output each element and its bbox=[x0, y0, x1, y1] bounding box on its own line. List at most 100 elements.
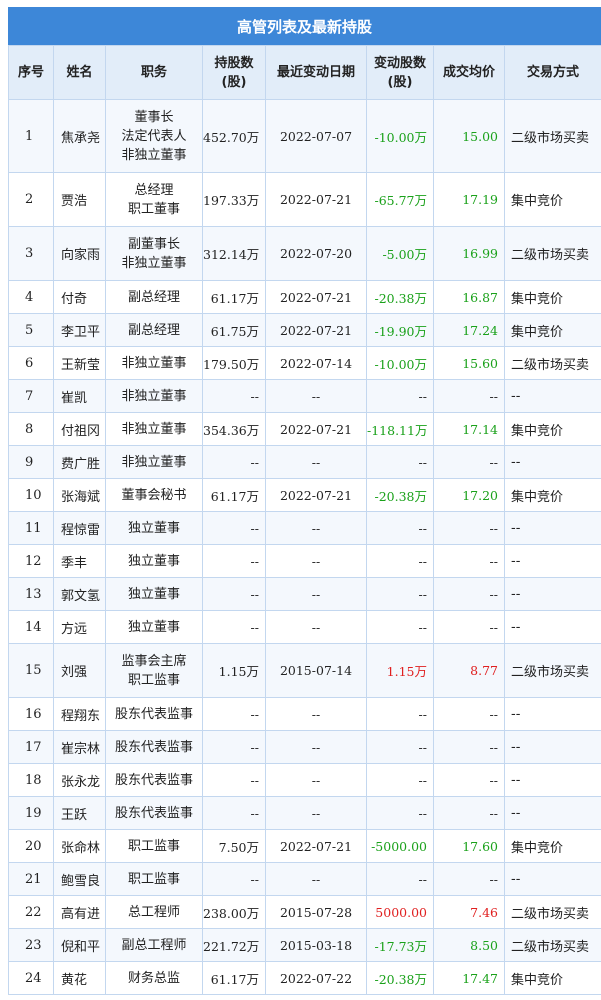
table-row: 16 程翔东 股东代表监事 -- -- -- -- -- bbox=[8, 697, 601, 731]
cell-avg-price: -- bbox=[433, 730, 505, 764]
cell-method: -- bbox=[504, 544, 601, 578]
cell-name: 张海斌 bbox=[53, 478, 106, 512]
position-line: 副总工程师 bbox=[121, 937, 187, 953]
table-row: 20 张命林 职工监事 7.50万 2022-07-21 -5000.00 17.60 集中竞… bbox=[8, 829, 601, 863]
cell-position: 副董事长 非独立董事 bbox=[105, 226, 203, 281]
table-row: 21 鲍雪良 职工监事 -- -- -- -- -- bbox=[8, 862, 601, 896]
cell-position: 副总经理 bbox=[105, 280, 203, 314]
position-line: 非独立董事 bbox=[121, 147, 187, 163]
cell-position: 独立董事 bbox=[105, 577, 203, 611]
header-change-unit: (股) bbox=[387, 74, 413, 90]
cell-position: 董事长 法定代表人 非独立董事 bbox=[105, 99, 203, 173]
cell-seq: 15 bbox=[8, 643, 54, 698]
cell-seq: 16 bbox=[8, 697, 54, 731]
position-line: 副董事长 bbox=[127, 236, 180, 252]
cell-avg-price: 15.00 bbox=[433, 99, 505, 173]
cell-method: 集中竞价 bbox=[504, 172, 601, 227]
cell-position: 总经理 职工董事 bbox=[105, 172, 203, 227]
cell-method: 集中竞价 bbox=[504, 412, 601, 446]
position-line: 非独立董事 bbox=[121, 454, 187, 470]
cell-name: 程翔东 bbox=[53, 697, 106, 731]
cell-name: 刘强 bbox=[53, 643, 106, 698]
position-line: 总工程师 bbox=[127, 904, 180, 920]
cell-avg-price: 17.19 bbox=[433, 172, 505, 227]
cell-holding: 7.50万 bbox=[202, 829, 266, 863]
table-row: 1 焦承尧 董事长 法定代表人 非独立董事 452.70万 2022-07-07 -10.00… bbox=[8, 99, 601, 173]
cell-holding: 238.00万 bbox=[202, 895, 266, 929]
cell-name: 程惊雷 bbox=[53, 511, 106, 545]
header-method: 交易方式 bbox=[504, 45, 601, 100]
cell-name: 张永龙 bbox=[53, 763, 106, 797]
cell-method: -- bbox=[504, 862, 601, 896]
table-row: 22 高有进 总工程师 238.00万 2015-07-28 5000.00 7.46 二级市… bbox=[8, 895, 601, 929]
cell-position: 独立董事 bbox=[105, 544, 203, 578]
position-line: 独立董事 bbox=[127, 553, 180, 569]
cell-method: 二级市场买卖 bbox=[504, 226, 601, 281]
cell-change: -- bbox=[366, 610, 434, 644]
cell-holding: 61.75万 bbox=[202, 313, 266, 347]
cell-last-date: 2022-07-07 bbox=[265, 99, 367, 173]
cell-position: 副总经理 bbox=[105, 313, 203, 347]
cell-last-date: 2022-07-21 bbox=[265, 478, 367, 512]
cell-method: -- bbox=[504, 379, 601, 413]
cell-position: 董事会秘书 bbox=[105, 478, 203, 512]
table-row: 8 付祖冈 非独立董事 354.36万 2022-07-21 -118.11万 17.14 集… bbox=[8, 412, 601, 446]
cell-change: -17.73万 bbox=[366, 928, 434, 962]
cell-seq: 5 bbox=[8, 313, 54, 347]
cell-avg-price: -- bbox=[433, 610, 505, 644]
cell-position: 非独立董事 bbox=[105, 379, 203, 413]
cell-last-date: 2015-03-18 bbox=[265, 928, 367, 962]
cell-avg-price: -- bbox=[433, 379, 505, 413]
position-line: 法定代表人 bbox=[121, 128, 187, 144]
cell-seq: 3 bbox=[8, 226, 54, 281]
cell-avg-price: 16.87 bbox=[433, 280, 505, 314]
position-line: 股东代表监事 bbox=[114, 805, 193, 821]
cell-name: 付祖冈 bbox=[53, 412, 106, 446]
table-row: 23 倪和平 副总工程师 221.72万 2015-03-18 -17.73万 8.50 二级… bbox=[8, 928, 601, 962]
cell-change: -- bbox=[366, 862, 434, 896]
cell-change: -65.77万 bbox=[366, 172, 434, 227]
cell-seq: 20 bbox=[8, 829, 54, 863]
cell-position: 职工监事 bbox=[105, 862, 203, 896]
cell-method: -- bbox=[504, 511, 601, 545]
header-change: 变动股数 (股) bbox=[366, 45, 434, 100]
position-line: 总经理 bbox=[134, 182, 174, 198]
cell-holding: -- bbox=[202, 511, 266, 545]
cell-change: -20.38万 bbox=[366, 961, 434, 995]
cell-holding: 179.50万 bbox=[202, 346, 266, 380]
cell-change: -- bbox=[366, 697, 434, 731]
cell-position: 股东代表监事 bbox=[105, 730, 203, 764]
cell-method: 集中竞价 bbox=[504, 478, 601, 512]
cell-name: 崔凯 bbox=[53, 379, 106, 413]
cell-holding: 1.15万 bbox=[202, 643, 266, 698]
cell-name: 高有进 bbox=[53, 895, 106, 929]
cell-avg-price: -- bbox=[433, 763, 505, 797]
cell-avg-price: 17.47 bbox=[433, 961, 505, 995]
cell-change: -10.00万 bbox=[366, 346, 434, 380]
cell-change: -19.90万 bbox=[366, 313, 434, 347]
position-line: 监事会主席 bbox=[121, 653, 187, 669]
cell-method: 二级市场买卖 bbox=[504, 895, 601, 929]
cell-method: -- bbox=[504, 610, 601, 644]
cell-method: 二级市场买卖 bbox=[504, 643, 601, 698]
cell-holding: -- bbox=[202, 697, 266, 731]
table-row: 10 张海斌 董事会秘书 61.17万 2022-07-21 -20.38万 17.20 集中… bbox=[8, 478, 601, 512]
position-line: 独立董事 bbox=[127, 586, 180, 602]
position-line: 职工监事 bbox=[127, 871, 180, 887]
cell-last-date: -- bbox=[265, 610, 367, 644]
table-row: 17 崔宗林 股东代表监事 -- -- -- -- -- bbox=[8, 730, 601, 764]
cell-last-date: 2022-07-22 bbox=[265, 961, 367, 995]
position-line: 非独立董事 bbox=[121, 421, 187, 437]
cell-avg-price: -- bbox=[433, 577, 505, 611]
cell-method: -- bbox=[504, 445, 601, 479]
table-title: 高管列表及最新持股 bbox=[8, 7, 601, 45]
header-position: 职务 bbox=[105, 45, 203, 100]
cell-seq: 13 bbox=[8, 577, 54, 611]
cell-last-date: 2022-07-21 bbox=[265, 313, 367, 347]
cell-change: -- bbox=[366, 577, 434, 611]
cell-seq: 22 bbox=[8, 895, 54, 929]
cell-holding: 197.33万 bbox=[202, 172, 266, 227]
position-line: 财务总监 bbox=[127, 970, 180, 986]
cell-position: 总工程师 bbox=[105, 895, 203, 929]
cell-seq: 11 bbox=[8, 511, 54, 545]
